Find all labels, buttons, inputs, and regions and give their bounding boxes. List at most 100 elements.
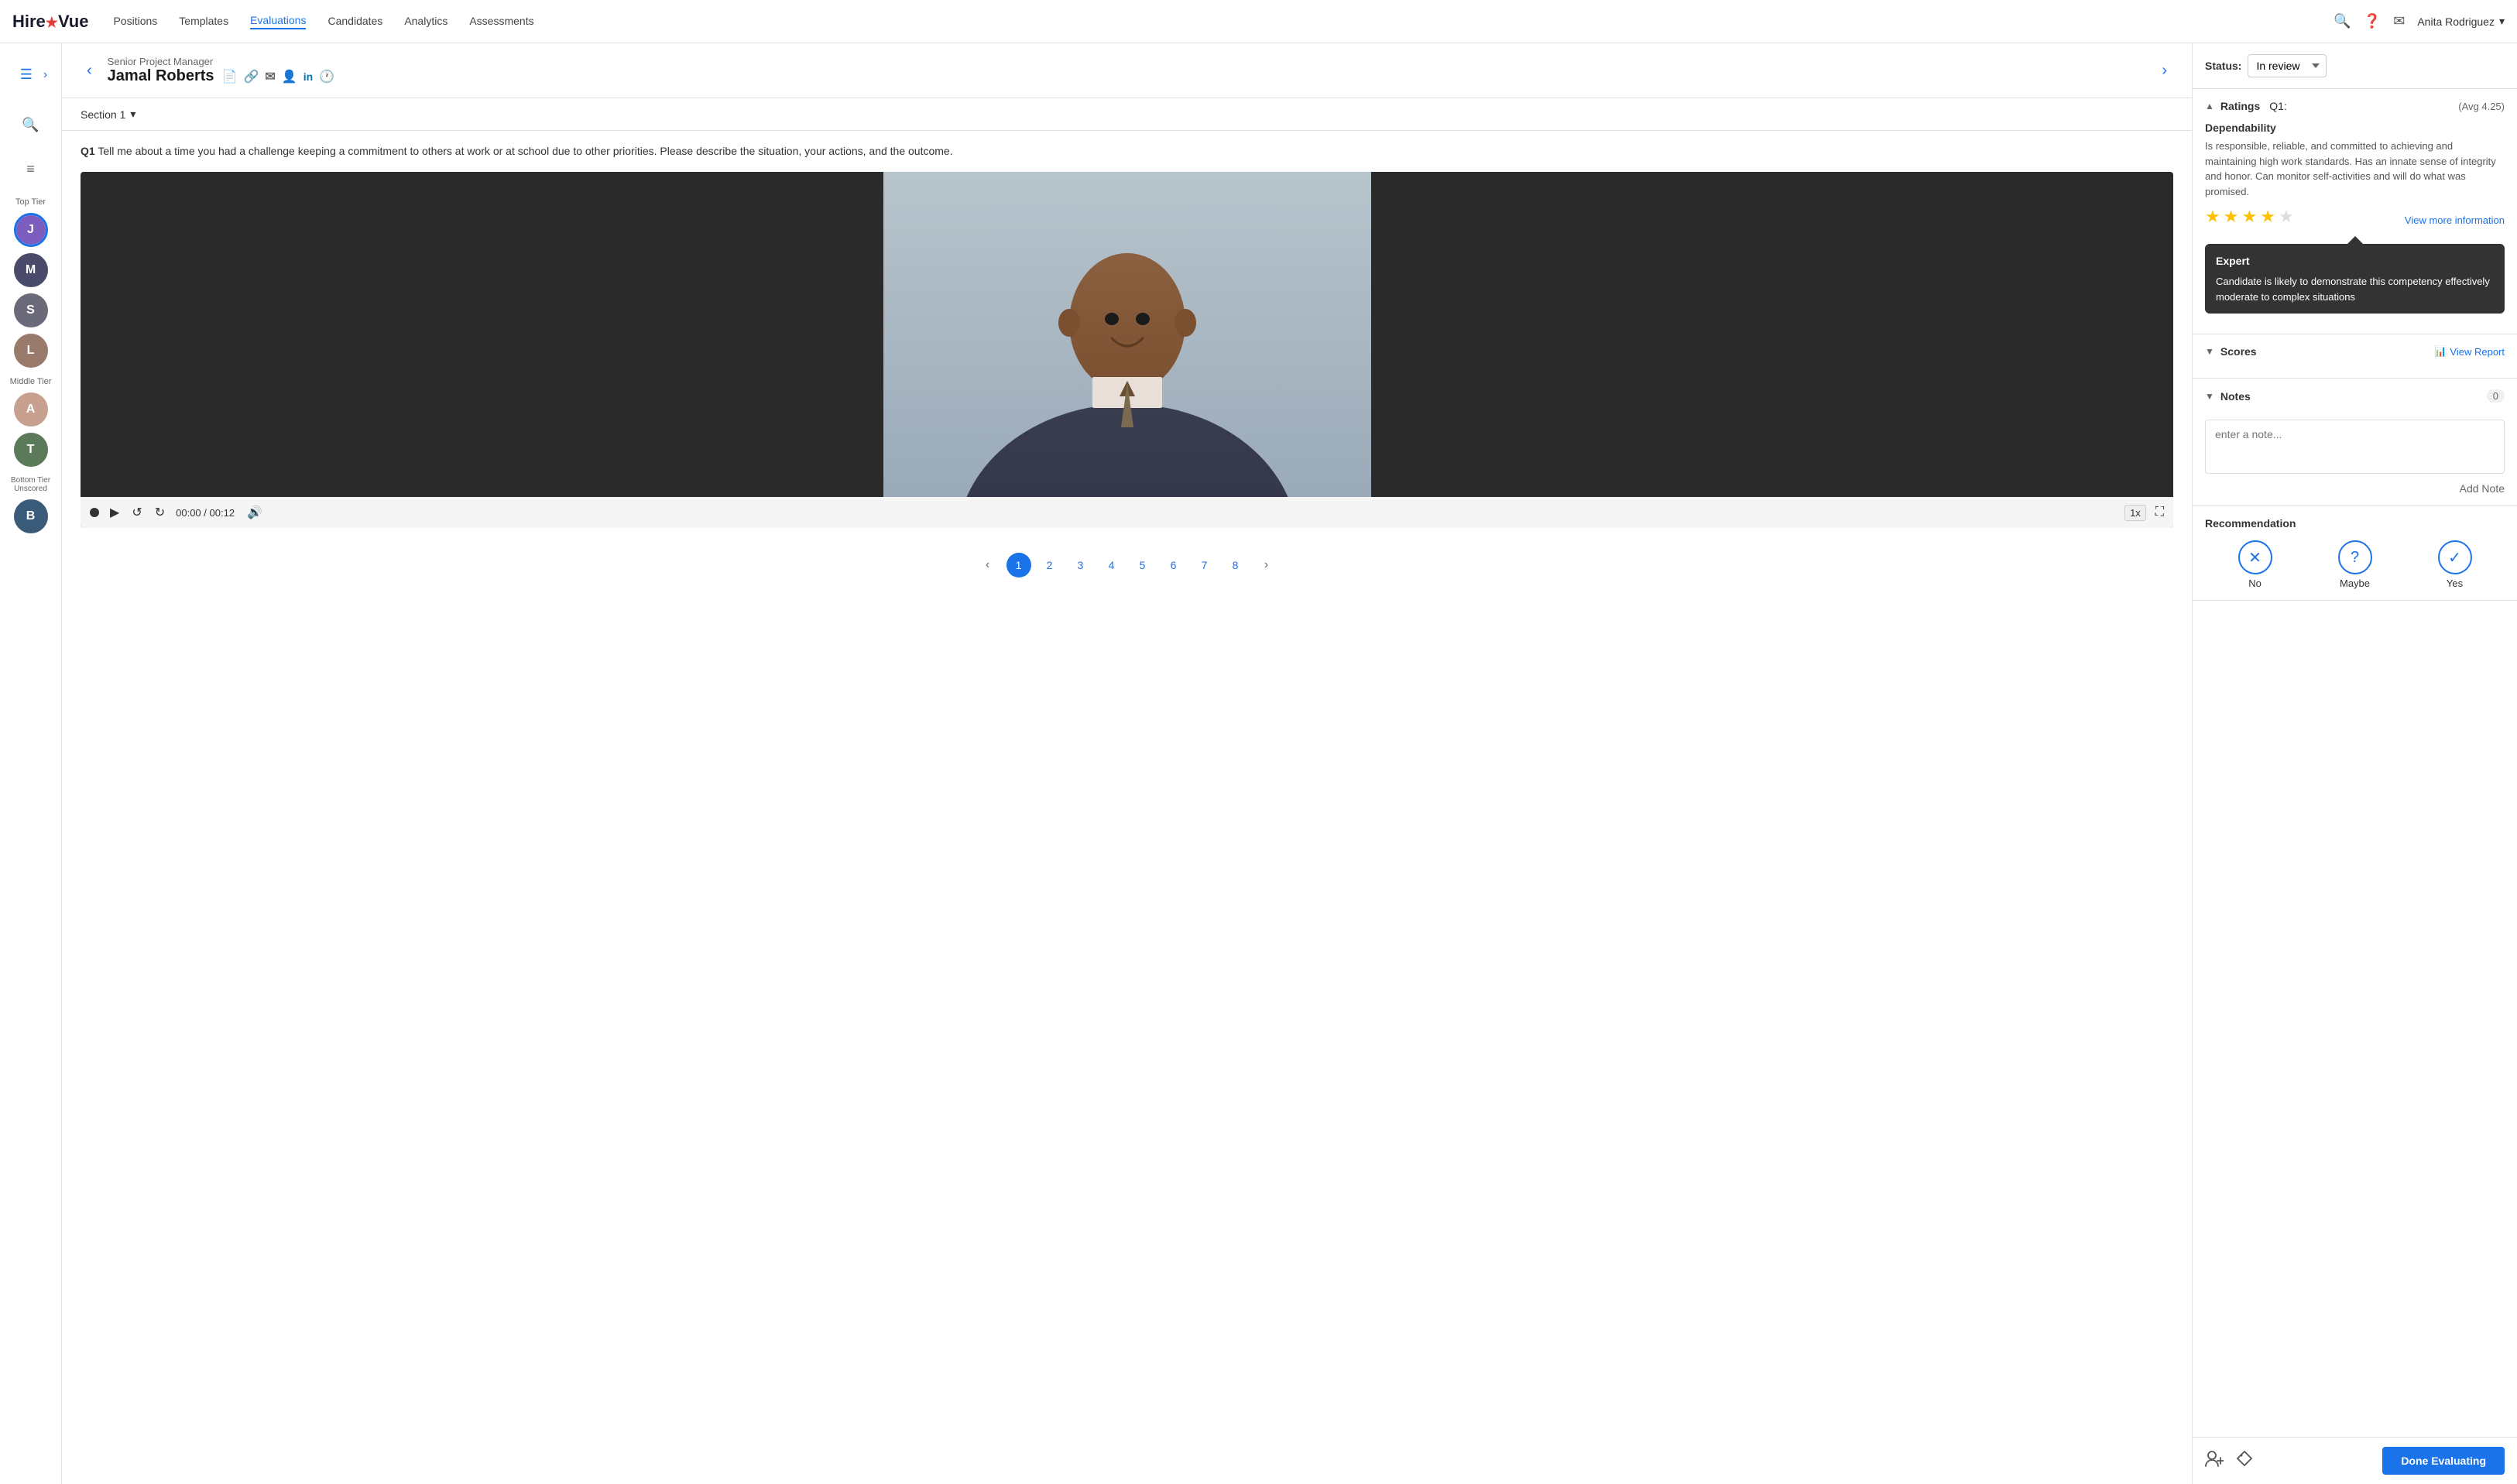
add-user-icon[interactable] — [2205, 1450, 2224, 1472]
list-view-icon[interactable]: ☰ — [14, 60, 39, 89]
star-3[interactable]: ★ — [2241, 207, 2257, 227]
candidate-avatar-7[interactable]: B — [14, 499, 48, 533]
scores-section: ▼ Scores 📊 View Report — [2193, 334, 2517, 379]
page-2-button[interactable]: 2 — [1037, 553, 1062, 577]
sidebar-expand-icon[interactable]: › — [43, 68, 47, 82]
ratings-header[interactable]: ▲ Ratings Q1: (Avg 4.25) — [2205, 100, 2505, 112]
ratings-avg: (Avg 4.25) — [2458, 101, 2505, 112]
candidate-name-row: Jamal Roberts 📄 🔗 ✉ 👤 in 🕐 — [108, 67, 2156, 85]
nav-templates[interactable]: Templates — [179, 15, 228, 29]
page-6-button[interactable]: 6 — [1161, 553, 1186, 577]
competency-title: Dependability — [2205, 122, 2505, 134]
notes-header[interactable]: ▼ Notes 0 — [2205, 389, 2505, 403]
resume-icon[interactable]: 📄 — [222, 69, 238, 84]
competency-description: Is responsible, reliable, and committed … — [2205, 139, 2505, 199]
clock-icon[interactable]: 🕐 — [319, 69, 334, 84]
candidate-header: ‹ Senior Project Manager Jamal Roberts 📄… — [62, 43, 2192, 98]
page-8-button[interactable]: 8 — [1223, 553, 1248, 577]
rec-maybe-option[interactable]: ? Maybe — [2338, 540, 2372, 589]
linkedin-icon[interactable]: in — [303, 70, 313, 83]
ratings-chevron-icon: ▲ — [2205, 101, 2214, 111]
tag-icon[interactable] — [2236, 1450, 2253, 1472]
candidate-info: Senior Project Manager Jamal Roberts 📄 🔗… — [108, 56, 2156, 85]
candidate-avatar-6[interactable]: T — [14, 433, 48, 467]
page-1-button[interactable]: 1 — [1006, 553, 1031, 577]
status-select[interactable]: In review Pending Reviewed Hired Rejecte… — [2248, 54, 2327, 77]
page-3-button[interactable]: 3 — [1068, 553, 1093, 577]
nav-links: Positions Templates Evaluations Candidat… — [113, 14, 2334, 29]
star-5[interactable]: ★ — [2279, 207, 2294, 227]
nav-assessments[interactable]: Assessments — [469, 15, 533, 29]
user-menu[interactable]: Anita Rodriguez ▾ — [2417, 15, 2505, 28]
nav-positions[interactable]: Positions — [113, 15, 157, 29]
rec-no-option[interactable]: ✕ No — [2238, 540, 2272, 589]
star-2[interactable]: ★ — [2224, 207, 2239, 227]
notes-chevron-icon: ▼ — [2205, 391, 2214, 402]
scores-chevron-icon: ▼ — [2205, 346, 2214, 357]
nav-analytics[interactable]: Analytics — [404, 15, 448, 29]
expert-tooltip: Expert Candidate is likely to demonstrat… — [2205, 236, 2505, 314]
add-note-button[interactable]: Add Note — [2460, 482, 2505, 495]
section-selector[interactable]: Section 1 ▾ — [81, 108, 2173, 121]
sidebar-sort-icon[interactable]: ≡ — [20, 155, 41, 183]
nav-candidates[interactable]: Candidates — [327, 15, 382, 29]
view-report-link[interactable]: 📊 View Report — [2434, 345, 2505, 358]
search-icon[interactable]: 🔍 — [2334, 13, 2351, 29]
section-dropdown-icon: ▾ — [130, 108, 135, 121]
done-evaluating-button[interactable]: Done Evaluating — [2382, 1447, 2505, 1475]
question-text: Q1 Tell me about a time you had a challe… — [81, 143, 2173, 159]
rec-yes-option[interactable]: ✓ Yes — [2438, 540, 2472, 589]
view-more-link[interactable]: View more information — [2405, 214, 2505, 226]
rec-no-circle: ✕ — [2238, 540, 2272, 574]
report-chart-icon: 📊 — [2434, 345, 2447, 358]
pagination: ‹ 1 2 3 4 5 6 7 8 › — [81, 540, 2173, 590]
profile-icon[interactable]: 👤 — [282, 69, 297, 84]
forward-button[interactable]: ↻ — [153, 503, 166, 522]
video-container: ▶ ↺ ↻ 00:00 / 00:12 🔊 1x ⛶ — [81, 172, 2173, 528]
email-icon[interactable]: ✉ — [265, 69, 275, 84]
candidate-avatar-5[interactable]: A — [14, 392, 48, 427]
bottom-tier-label: Bottom TierUnscored — [11, 476, 50, 493]
help-icon[interactable]: ❓ — [2364, 13, 2381, 29]
link-icon[interactable]: 🔗 — [243, 69, 259, 84]
bottom-tier-section: Bottom TierUnscored B — [0, 470, 61, 536]
speed-button[interactable]: 1x — [2124, 505, 2146, 521]
candidate-avatar-4[interactable]: L — [14, 334, 48, 368]
page-7-button[interactable]: 7 — [1192, 553, 1217, 577]
play-button[interactable]: ▶ — [108, 503, 121, 522]
rewind-button[interactable]: ↺ — [130, 503, 143, 522]
nav-evaluations[interactable]: Evaluations — [250, 14, 306, 29]
star-4[interactable]: ★ — [2260, 207, 2275, 227]
add-note-area: Add Note — [2205, 482, 2505, 495]
notes-title: Notes — [2220, 390, 2251, 403]
prev-candidate-button[interactable]: ‹ — [81, 59, 98, 83]
recommendation-section: Recommendation ✕ No ? Maybe ✓ Yes — [2193, 506, 2517, 601]
rec-yes-circle: ✓ — [2438, 540, 2472, 574]
sidebar-search-icon[interactable]: 🔍 — [15, 111, 45, 139]
logo: Hire★Vue — [12, 12, 88, 32]
candidate-avatar-1[interactable]: J — [14, 213, 48, 247]
fullscreen-button[interactable]: ⛶ — [2155, 506, 2164, 519]
scores-header[interactable]: ▼ Scores 📊 View Report — [2205, 345, 2505, 358]
prev-page-button[interactable]: ‹ — [976, 553, 1000, 577]
volume-icon[interactable]: 🔊 — [247, 505, 262, 520]
page-4-button[interactable]: 4 — [1099, 553, 1124, 577]
page-5-button[interactable]: 5 — [1130, 553, 1155, 577]
next-page-button[interactable]: › — [1254, 553, 1279, 577]
user-menu-chevron: ▾ — [2499, 15, 2505, 28]
ratings-title: Ratings — [2220, 100, 2260, 112]
star-1[interactable]: ★ — [2205, 207, 2220, 227]
top-tier-label: Top Tier — [15, 197, 46, 207]
rec-yes-label: Yes — [2447, 577, 2463, 589]
tooltip-title: Expert — [2216, 253, 2494, 269]
candidate-avatar-2[interactable]: M — [14, 253, 48, 287]
candidate-avatar-3[interactable]: S — [14, 293, 48, 327]
top-nav: Hire★Vue Positions Templates Evaluations… — [0, 0, 2517, 43]
question-body: Tell me about a time you had a challenge… — [98, 145, 952, 157]
next-candidate-button[interactable]: › — [2155, 59, 2173, 83]
question-number: Q1 — [81, 145, 95, 157]
bottom-bar: Done Evaluating — [2193, 1437, 2517, 1484]
notification-icon[interactable]: ✉ — [2393, 13, 2405, 29]
star-rating[interactable]: ★ ★ ★ ★ ★ — [2205, 207, 2294, 227]
note-input[interactable] — [2205, 420, 2505, 474]
